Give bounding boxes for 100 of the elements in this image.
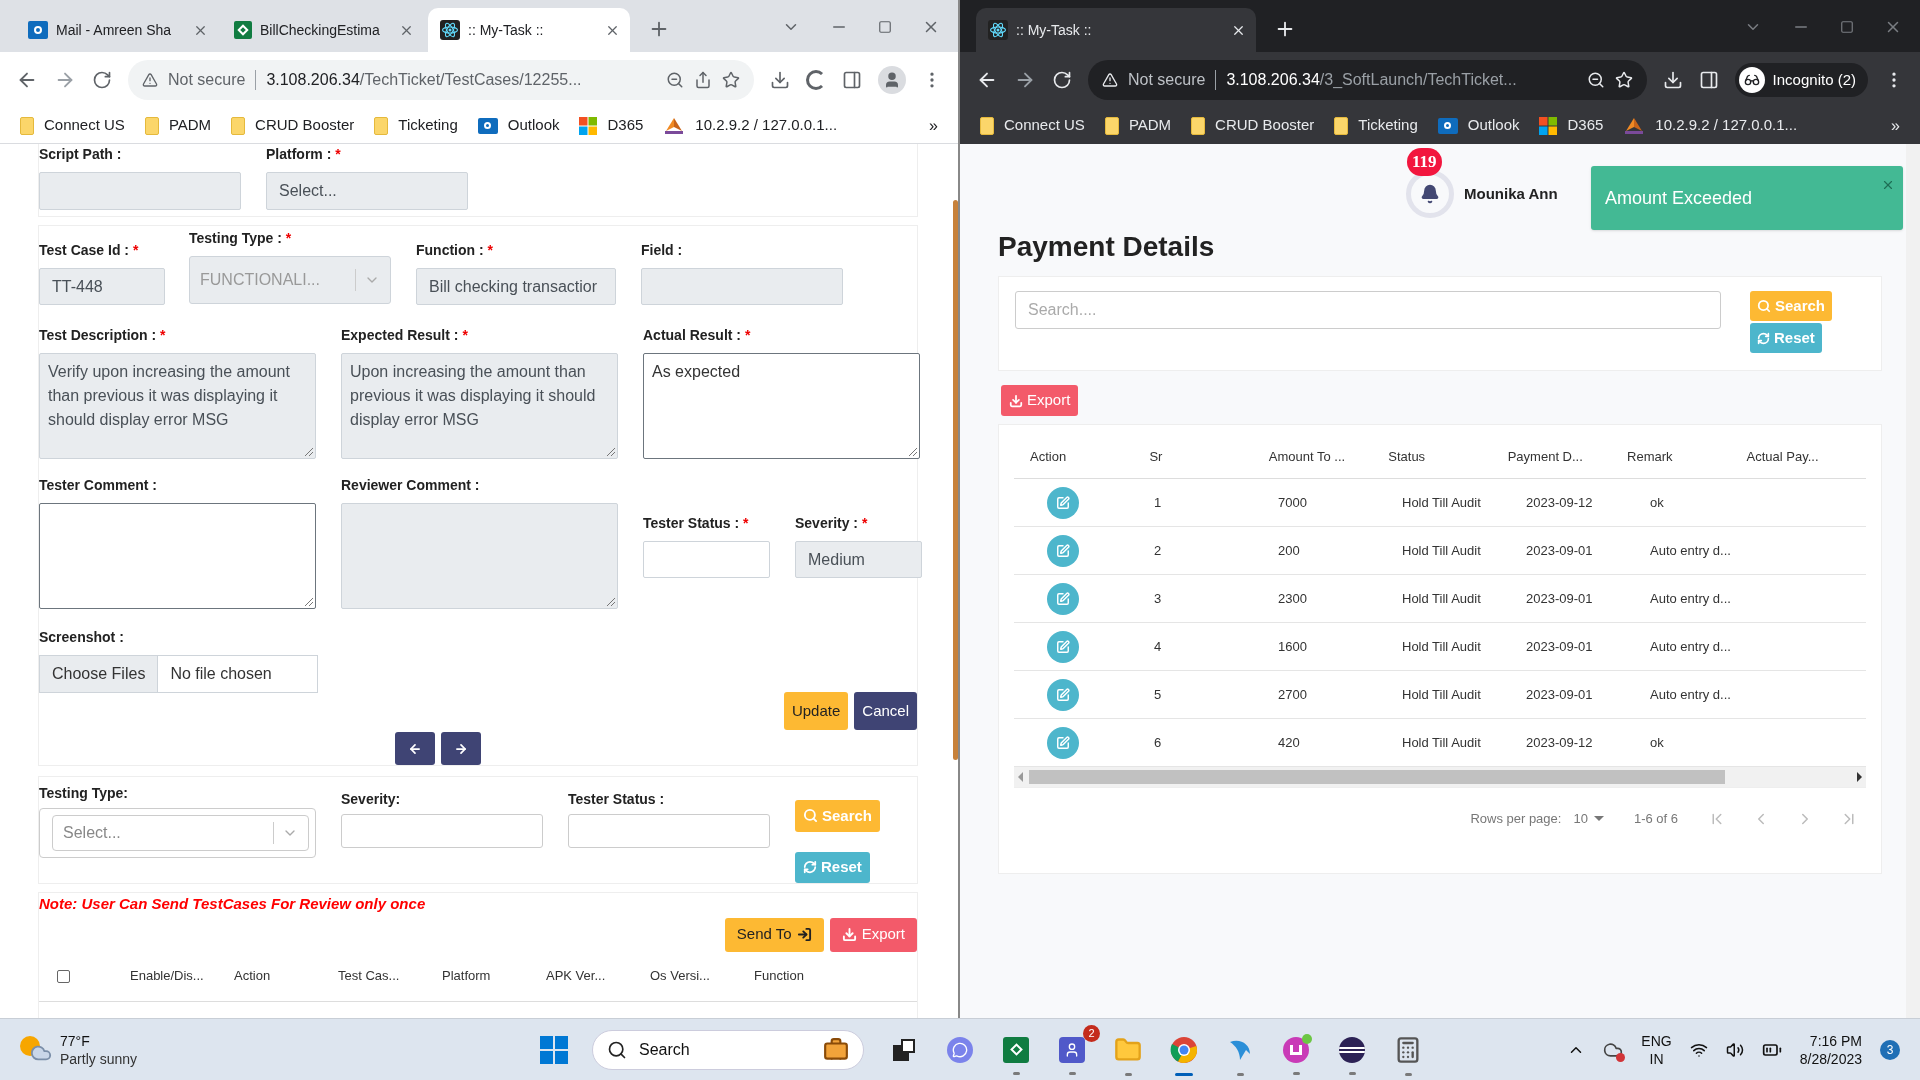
resize-grip-icon[interactable]	[305, 598, 313, 606]
tab-title: :: My-Task ::	[468, 20, 545, 40]
text-area[interactable]	[39, 503, 316, 609]
tab-title: :: My-Task ::	[1016, 20, 1093, 40]
task-view-icon[interactable]	[893, 1038, 915, 1061]
download-icon	[841, 927, 857, 942]
edit-button[interactable]	[1047, 534, 1079, 567]
w-app-icon[interactable]	[1283, 1036, 1309, 1063]
eclipse-app-icon[interactable]	[1339, 1036, 1365, 1063]
edit-icon	[1056, 495, 1070, 510]
browser-tab[interactable]: :: My-Task ::	[976, 8, 1256, 52]
incognito-button[interactable]: Incognito (2)	[1734, 63, 1868, 97]
reload-icon[interactable]	[92, 70, 112, 90]
bookmark-link[interactable]: D365	[1539, 114, 1604, 137]
edit-button[interactable]	[1047, 630, 1079, 663]
windows-start-icon[interactable]	[540, 1035, 568, 1064]
person-icon	[883, 71, 901, 89]
bookmark-link[interactable]: CRUD Booster	[231, 114, 355, 137]
bookmark-link[interactable]: Connect US	[980, 114, 1085, 137]
share-icon[interactable]	[694, 71, 712, 89]
form-button[interactable]: Cancel	[854, 692, 917, 730]
bookmark-link[interactable]: CRUD Booster	[1191, 114, 1315, 137]
field-label: Field :	[641, 241, 684, 260]
table-cell-text: Hold Till Audit	[1402, 733, 1482, 752]
scroll-left-icon[interactable]	[1018, 772, 1023, 782]
form-button[interactable]: Update	[783, 692, 849, 730]
scroll-right-icon[interactable]	[1857, 772, 1862, 782]
bookmark-link[interactable]: Ticketing	[1334, 114, 1418, 137]
browser-tab[interactable]: :: My-Task ::	[428, 8, 630, 52]
previous-button[interactable]	[395, 732, 435, 765]
maximize-icon[interactable]	[1840, 20, 1854, 34]
people-app-icon[interactable]	[1059, 1036, 1085, 1063]
vertical-scrollbar[interactable]	[1906, 144, 1920, 1018]
file-status: No file chosen	[158, 655, 319, 693]
bookmark-link[interactable]: PADM	[1104, 114, 1172, 137]
table-cell-text: ok	[1650, 733, 1665, 752]
mail-app-icon	[477, 117, 498, 134]
page-title: Payment Details	[998, 230, 1216, 264]
folder-icon	[20, 116, 34, 135]
rows-per-page-select[interactable]: 10	[1573, 808, 1604, 829]
search-icon	[803, 808, 818, 824]
tab-title: Mail - Amreen Sha	[56, 20, 173, 40]
field-label: Script Path :	[39, 145, 123, 164]
star-icon[interactable]	[722, 71, 740, 89]
browser-logo-icon[interactable]	[1170, 1035, 1198, 1064]
text-input[interactable]	[341, 814, 543, 848]
bookmarks-overflow[interactable]: »	[929, 113, 938, 138]
side-panel-icon[interactable]	[842, 70, 862, 90]
taskbar-search-field[interactable]: Search	[592, 1029, 864, 1070]
bookmark-link[interactable]: Ticketing	[374, 114, 458, 137]
side-panel-icon[interactable]	[1698, 70, 1719, 90]
edit-icon	[1056, 591, 1070, 606]
maximize-icon[interactable]	[878, 20, 892, 34]
table-cell-text: Hold Till Audit	[1402, 589, 1482, 608]
table-cell-text: 2300	[1278, 589, 1308, 608]
notification-count[interactable]: 3	[1880, 1039, 1900, 1060]
browser-tab[interactable]: Mail - Amreen Sha	[16, 8, 218, 52]
clock-date[interactable]: 8/28/2023	[1799, 1049, 1862, 1068]
edit-icon	[1056, 687, 1070, 702]
bookmark-link[interactable]: Outlook	[477, 114, 560, 137]
edit-button[interactable]	[1047, 678, 1079, 711]
table-cell-text: Auto entry d...	[1650, 685, 1732, 704]
bookmark-link[interactable]: Connect US	[20, 114, 125, 137]
browser-tab[interactable]: BillCheckingEstima	[222, 8, 424, 52]
bookmark-link[interactable]: Outlook	[1437, 114, 1520, 137]
horizontal-scrollbar[interactable]	[1014, 767, 1866, 787]
bookmark-link[interactable]: 10.2.9.2 / 127.0.0.1...	[663, 114, 838, 137]
text-input[interactable]	[568, 814, 770, 848]
bookmark-link[interactable]: 10.2.9.2 / 127.0.0.1...	[1623, 114, 1798, 137]
download-icon[interactable]	[770, 70, 790, 90]
choose-files-button[interactable]: Choose Files	[39, 655, 159, 693]
chat-bubble-icon[interactable]	[947, 1036, 973, 1063]
field-label: Severity : *	[795, 514, 869, 533]
scrollbar-thumb[interactable]	[953, 200, 958, 760]
address-bar[interactable]: Not secure 3.108.206.34/3_SoftLaunch/TechTicket...	[1088, 60, 1647, 100]
language-indicator[interactable]: ENG IN	[1641, 1031, 1672, 1068]
briefcase-icon	[823, 1036, 849, 1063]
bookmark-link[interactable]: PADM	[144, 114, 212, 137]
url-text: 3.108.206.34/TechTicket/TestCases/12255...	[266, 70, 583, 90]
edit-button[interactable]	[1047, 486, 1079, 519]
resize-grip-icon[interactable]	[909, 448, 917, 456]
profile-avatar[interactable]	[878, 66, 906, 94]
table-action-button[interactable]: Send To	[724, 917, 824, 952]
bell-icon	[1420, 184, 1440, 204]
edit-button[interactable]	[1047, 582, 1079, 615]
bookmarks-overflow[interactable]: »	[1891, 113, 1900, 138]
zoom-out-icon[interactable]	[1586, 71, 1605, 89]
download-icon[interactable]	[1662, 70, 1683, 90]
edit-button[interactable]	[1047, 726, 1079, 759]
address-bar[interactable]: Not secure 3.108.206.34/TechTicket/TestCases/12255...	[128, 60, 754, 100]
field-label: Testing Type:	[39, 784, 129, 803]
clock-time[interactable]: 7:16 PM	[1809, 1031, 1862, 1050]
testing-type-select[interactable]: Select...	[52, 815, 309, 851]
bookmark-link[interactable]: D365	[579, 114, 644, 137]
next-button[interactable]	[441, 732, 481, 765]
volume-icon[interactable]	[1725, 1040, 1744, 1059]
select-all-checkbox[interactable]	[57, 969, 70, 983]
spreadsheet-app-icon[interactable]	[1003, 1036, 1029, 1063]
text-area[interactable]: As expected	[643, 353, 920, 459]
text-input[interactable]	[643, 541, 770, 578]
